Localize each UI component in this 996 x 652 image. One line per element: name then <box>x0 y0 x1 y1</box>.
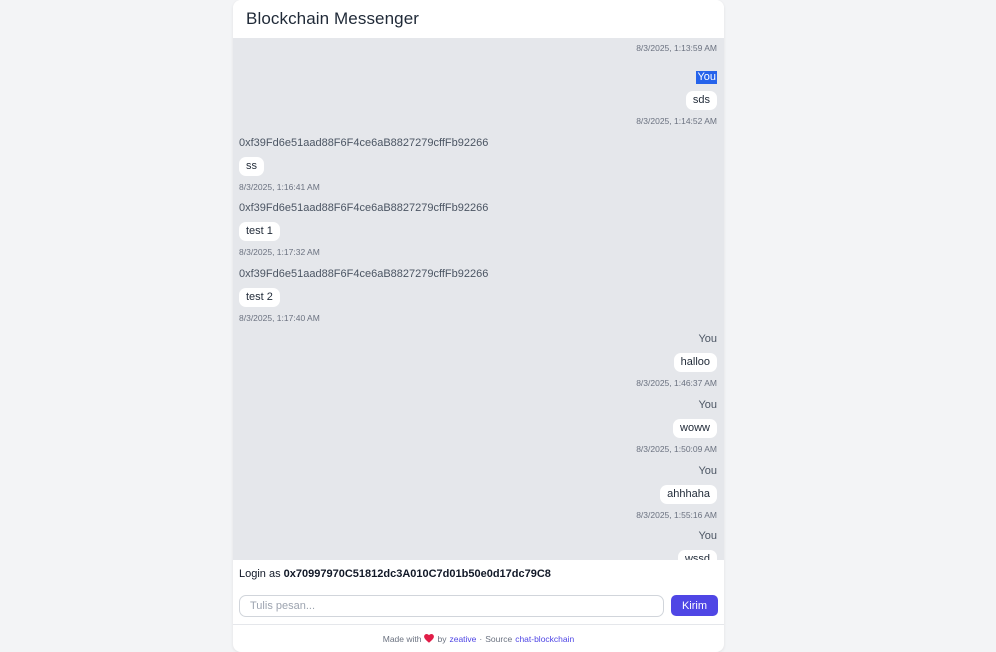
message-bubble: halloo <box>673 353 717 372</box>
message-input[interactable] <box>239 595 664 617</box>
message-item: You woww 8/3/2025, 1:50:09 AM <box>239 399 717 454</box>
message-timestamp: 8/3/2025, 1:13:59 AM <box>636 43 717 53</box>
message-composer: Kirim <box>239 595 718 617</box>
message-bubble: woww <box>673 419 717 438</box>
footer: Made with by zeative · Source chat-block… <box>233 624 724 652</box>
message-item: hallo...8/3/2025, 1:13:59 AM <box>239 38 717 53</box>
message-sender: You <box>698 530 717 542</box>
message-sender: 0xf39Fd6e51aad88F6F4ce6aB8827279cffFb922… <box>239 137 489 149</box>
message-sender: 0xf39Fd6e51aad88F6F4ce6aB8827279cffFb922… <box>239 202 489 214</box>
message-item: You halloo 8/3/2025, 1:46:37 AM <box>239 333 717 388</box>
heart-icon <box>424 634 435 643</box>
message-timestamp: 8/3/2025, 1:55:16 AM <box>636 510 717 520</box>
login-address: 0x70997970C51812dc3A010C7d01b50e0d17dc79… <box>283 568 551 580</box>
message-item: 0xf39Fd6e51aad88F6F4ce6aB8827279cffFb922… <box>239 137 717 192</box>
footer-made-with: Made with <box>382 633 422 644</box>
message-timestamp: 8/3/2025, 1:16:41 AM <box>239 182 320 192</box>
message-item: You wssd <box>239 530 717 560</box>
message-sender: You <box>698 465 717 477</box>
message-bubble: ahhhaha <box>660 485 717 504</box>
chat-messages-area[interactable]: hallo...8/3/2025, 1:13:59 AM You sds 8/3/20… <box>233 38 724 560</box>
message-item: 0xf39Fd6e51aad88F6F4ce6aB8827279cffFb922… <box>239 268 717 323</box>
message-sender: You <box>698 399 717 411</box>
footer-separator: · <box>479 633 483 644</box>
send-button[interactable]: Kirim <box>671 595 718 616</box>
message-item: 0xf39Fd6e51aad88F6F4ce6aB8827279cffFb922… <box>239 202 717 257</box>
app-header: Blockchain Messenger <box>233 0 724 38</box>
footer-by: by <box>437 633 447 644</box>
message-item: You sds 8/3/2025, 1:14:52 AM <box>239 71 717 126</box>
messenger-app: Blockchain Messenger hallo...8/3/2025, 1… <box>233 0 724 652</box>
message-bubble: ss <box>239 157 264 176</box>
message-timestamp: 8/3/2025, 1:50:09 AM <box>636 444 717 454</box>
message-timestamp: 8/3/2025, 1:17:40 AM <box>239 313 320 323</box>
message-timestamp: 8/3/2025, 1:46:37 AM <box>636 378 717 388</box>
message-timestamp: 8/3/2025, 1:17:32 AM <box>239 247 320 257</box>
message-sender: 0xf39Fd6e51aad88F6F4ce6aB8827279cffFb922… <box>239 268 489 280</box>
app-title: Blockchain Messenger <box>246 9 420 28</box>
message-bubble: test 1 <box>239 222 280 241</box>
author-link[interactable]: zeative <box>449 634 476 644</box>
footer-source-label: Source <box>485 633 513 644</box>
message-bubble: sds <box>685 91 717 110</box>
message-sender: You <box>696 71 717 84</box>
message-sender: You <box>698 333 717 345</box>
message-item: You ahhhaha 8/3/2025, 1:55:16 AM <box>239 465 717 520</box>
message-timestamp: 8/3/2025, 1:14:52 AM <box>636 116 717 126</box>
message-bubble: test 2 <box>239 288 280 307</box>
login-label: Login as <box>239 568 281 580</box>
login-status: Login as 0x70997970C51812dc3A010C7d01b50… <box>239 568 551 580</box>
message-bubble: wssd <box>677 550 717 560</box>
source-link[interactable]: chat-blockchain <box>515 634 574 644</box>
